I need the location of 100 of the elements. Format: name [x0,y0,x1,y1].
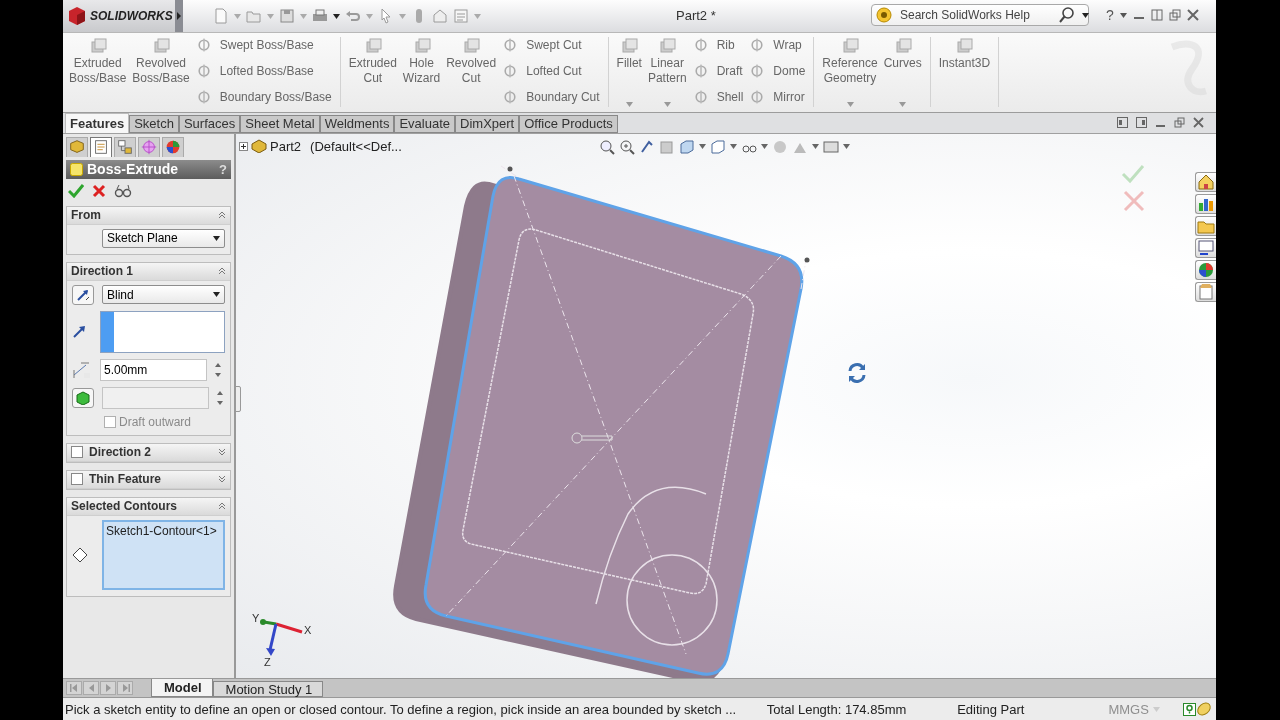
task-pane-tab[interactable] [1195,171,1216,192]
ribbon-button[interactable]: Draft [692,63,744,79]
expand-box-icon[interactable] [239,141,248,151]
previous-arrow-button[interactable] [83,681,99,696]
panel-tab[interactable] [66,136,88,157]
collapse-chevron-icon[interactable] [218,502,226,511]
help-link[interactable]: ? [219,161,227,177]
ribbon-button[interactable]: Shell [692,89,744,105]
ribbon-button[interactable]: Boundary Cut [502,89,600,105]
search-box[interactable]: Search SolidWorks Help [871,4,1089,26]
draft-toggle-button[interactable] [72,387,94,408]
expand-chevron-icon[interactable] [218,475,226,484]
printer-icon[interactable] [312,8,328,24]
caret-icon[interactable] [1119,12,1127,18]
checkbox[interactable] [71,446,83,459]
bottom-tab[interactable]: Model [151,679,213,698]
command-tab[interactable]: Features [65,112,130,133]
search-field[interactable]: Search SolidWorks Help [898,7,1052,23]
caret-icon[interactable] [1082,12,1089,18]
expand-chevron-icon[interactable] [218,448,226,457]
collapse-chevron-icon[interactable] [218,211,226,220]
task-pane-tab[interactable] [1195,193,1216,214]
command-tab[interactable]: Evaluate [394,114,456,133]
ribbon-button[interactable]: Dome [749,63,806,79]
caret-icon[interactable] [213,235,220,241]
restore-icon[interactable] [1168,9,1181,21]
caret-icon[interactable] [213,292,220,298]
spin-up-icon[interactable] [217,390,223,395]
save-icon[interactable] [279,8,295,24]
ribbon-button[interactable]: Extruded Cut [348,37,397,107]
command-tab[interactable]: Sketch [129,114,179,133]
units-menu[interactable]: MMGS [1094,700,1183,718]
help-menu[interactable]: ? [1106,7,1114,23]
close-icon[interactable] [1186,9,1199,21]
ribbon-button[interactable]: Linear Pattern [647,37,687,107]
ribbon-button[interactable]: Curves [883,37,922,107]
dropdown[interactable]: Blind [102,285,225,305]
direction-selection-box[interactable] [100,310,225,353]
tile-left-icon[interactable] [1117,117,1128,129]
first-arrow-button[interactable] [66,681,82,696]
last-arrow-button[interactable] [117,681,133,696]
panel-tab[interactable] [114,136,136,157]
spin-down-icon[interactable] [215,372,221,377]
view-settings-icon[interactable] [823,138,839,155]
spin-up-icon[interactable] [215,362,221,367]
new-document-icon[interactable] [213,8,229,24]
previous-view-icon[interactable] [639,138,655,155]
ribbon-button[interactable]: Fillet [616,37,642,107]
display-style-icon[interactable] [710,138,726,155]
ribbon-button[interactable]: Swept Cut [502,37,600,53]
zoom-area-icon[interactable] [619,138,635,155]
glasses-icon[interactable] [114,183,132,198]
ribbon-button[interactable]: Revolved Boss/Base [132,37,190,107]
ribbon-button[interactable]: Mirror [749,89,806,105]
list-item[interactable]: Sketch1-Contour<1> [106,523,221,538]
ribbon-button[interactable]: Revolved Cut [446,37,497,107]
draft-outward-checkbox[interactable]: Draft outward [104,414,225,429]
ribbon-button[interactable]: Hole Wizard [402,37,441,107]
bottom-tab[interactable]: Motion Study 1 [212,681,324,698]
tree-node[interactable]: Part2 [270,138,302,154]
view-orientation-icon[interactable] [679,138,695,155]
ribbon-button[interactable]: Extruded Boss/Base [69,37,127,107]
task-pane-tab[interactable] [1195,259,1216,280]
zoom-fit-icon[interactable] [599,138,615,155]
ribbon-button[interactable]: Rib [692,37,744,53]
command-tab[interactable]: Surfaces [178,114,241,133]
close-icon[interactable] [1193,117,1204,129]
panel-tab[interactable] [90,136,112,157]
ribbon-button[interactable]: Instant3D [938,37,991,107]
help-box-icon[interactable] [1183,702,1196,716]
command-tab[interactable]: DimXpert [455,114,520,133]
ribbon-button[interactable]: Swept Boss/Base [195,37,332,53]
depth-field[interactable]: 5.00mm [100,358,207,381]
dropdown[interactable]: Sketch Plane [102,228,225,248]
cancel-x-icon[interactable] [92,183,106,198]
open-folder-icon[interactable] [246,8,262,24]
ribbon-button[interactable]: Lofted Cut [502,63,600,79]
ribbon-button[interactable]: Boundary Boss/Base [195,89,332,105]
task-pane-tab[interactable] [1195,237,1216,258]
reverse-direction-button[interactable] [72,284,94,305]
undo-icon[interactable] [345,8,361,24]
restore-icon[interactable] [1174,117,1185,129]
contour-list[interactable]: Sketch1-Contour<1> [102,519,225,590]
caret-icon[interactable] [333,13,340,19]
ribbon-button[interactable]: Reference Geometry [822,37,878,107]
panel-tab[interactable] [162,136,184,157]
next-arrow-button[interactable] [100,681,116,696]
spin-down-icon[interactable] [217,400,223,405]
checkbox[interactable] [71,473,83,486]
expand-arrow-icon[interactable] [177,12,181,20]
command-tab[interactable]: Office Products [519,114,618,133]
ribbon-button[interactable]: Lofted Boss/Base [195,63,332,79]
ok-check-icon[interactable] [68,183,84,198]
tile-icon[interactable] [1150,9,1163,21]
command-tab[interactable]: Sheet Metal [240,114,320,133]
panel-tab[interactable] [138,136,160,157]
ribbon-button[interactable]: Wrap [749,37,806,53]
tag-icon[interactable] [1196,701,1212,718]
tile-right-icon[interactable] [1136,117,1147,129]
collapse-chevron-icon[interactable] [218,267,226,276]
